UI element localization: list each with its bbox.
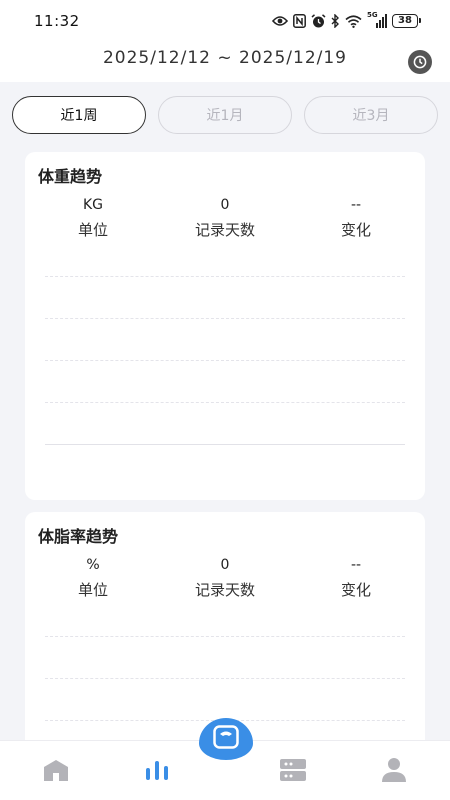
chart-gridline — [45, 276, 405, 277]
chart-baseline — [45, 444, 405, 445]
home-icon — [41, 758, 71, 786]
status-time: 11:32 — [34, 12, 80, 30]
stat-value: % — [86, 557, 100, 573]
stat-label: 变化 — [340, 581, 371, 599]
date-range[interactable]: 2025/12/12 ~ 2025/12/19 — [0, 48, 450, 68]
clock-icon[interactable] — [408, 50, 432, 74]
tab-3-months[interactable]: 近3月 — [304, 96, 438, 134]
chart-icon — [144, 759, 170, 785]
stat-value: KG — [82, 197, 104, 213]
stat-unit: % 单位 — [33, 554, 153, 600]
stat-value: -- — [350, 557, 362, 573]
tab-1-week[interactable]: 近1周 — [12, 96, 146, 134]
stat-record-days: 0 记录天数 — [165, 194, 285, 240]
nav-profile[interactable] — [378, 757, 410, 787]
weigh-button[interactable] — [198, 718, 254, 762]
status-icons: 5G 38 — [272, 11, 421, 29]
period-tabs: 近1周 近1月 近3月 — [12, 96, 438, 134]
chart-gridline — [45, 402, 405, 403]
nav-statistics[interactable] — [141, 757, 173, 787]
stat-label: 单位 — [77, 581, 108, 599]
user-icon — [380, 757, 408, 787]
stat-value: 0 — [220, 197, 230, 213]
bluetooth-icon — [331, 14, 340, 28]
weight-trend-card: 体重趋势 KG 单位 0 记录天数 -- 变化 — [25, 152, 425, 500]
body-fat-trend-card: 体脂率趋势 % 单位 0 记录天数 -- 变化 — [25, 512, 425, 752]
stat-record-days: 0 记录天数 — [165, 554, 285, 600]
stat-label: 变化 — [340, 221, 371, 239]
card-title: 体脂率趋势 — [38, 527, 119, 546]
stat-change: -- 变化 — [296, 194, 416, 240]
device-icon — [279, 758, 307, 786]
tab-1-month[interactable]: 近1月 — [158, 96, 292, 134]
stat-change: -- 变化 — [296, 554, 416, 600]
stat-label: 单位 — [77, 221, 108, 239]
scale-icon — [213, 725, 239, 753]
stat-unit: KG 单位 — [33, 194, 153, 240]
fab-circle — [199, 718, 253, 760]
stat-value: -- — [350, 197, 362, 213]
chart-gridline — [45, 678, 405, 679]
nav-devices[interactable] — [277, 757, 309, 787]
stat-label: 记录天数 — [194, 581, 255, 599]
chart-gridline — [45, 636, 405, 637]
nav-home[interactable] — [40, 757, 72, 787]
stat-value: 0 — [220, 557, 230, 573]
status-bar: 11:32 5G 38 — [0, 0, 450, 42]
chart-gridline — [45, 318, 405, 319]
signal-icon: 5G — [367, 11, 387, 28]
header: 2025/12/12 ~ 2025/12/19 — [0, 42, 450, 82]
nfc-icon — [293, 14, 306, 28]
battery-icon: 38 — [392, 14, 421, 28]
alarm-icon — [311, 13, 326, 29]
wifi-icon — [345, 14, 362, 28]
eye-icon — [272, 15, 288, 27]
card-title: 体重趋势 — [38, 167, 103, 186]
stat-label: 记录天数 — [194, 221, 255, 239]
chart-gridline — [45, 360, 405, 361]
